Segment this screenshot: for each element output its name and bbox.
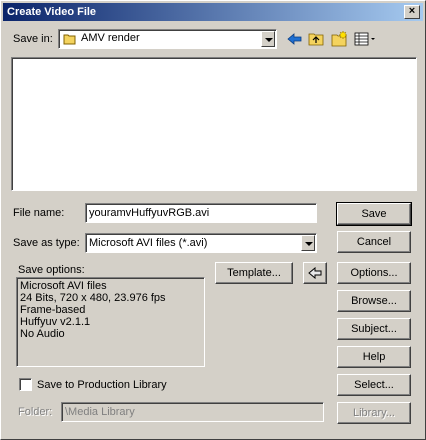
close-button[interactable]: ×: [404, 5, 420, 19]
folder-label: Folder:: [18, 406, 53, 418]
save-options-line: Huffyuv v2.1.1: [20, 316, 91, 328]
chevron-down-icon[interactable]: [301, 235, 315, 251]
arrow-left-icon: [308, 266, 322, 280]
save-as-type-dropdown[interactable]: Microsoft AVI files (*.avi): [85, 233, 317, 253]
folder-input: \Media Library: [61, 402, 324, 422]
save-options-line: Microsoft AVI files: [20, 280, 107, 292]
save-button[interactable]: Save: [336, 202, 412, 226]
up-folder-icon[interactable]: [307, 30, 325, 48]
cancel-button[interactable]: Cancel: [337, 231, 411, 253]
production-library-checkbox[interactable]: [19, 378, 32, 391]
options-button[interactable]: Options...: [337, 262, 411, 284]
file-list[interactable]: [11, 57, 417, 191]
save-options-label: Save options:: [18, 264, 85, 276]
back-arrow-icon[interactable]: [285, 30, 303, 48]
window-title: Create Video File: [7, 6, 97, 18]
save-options-line: No Audio: [20, 328, 65, 340]
save-options-line: Frame-based: [20, 304, 86, 316]
save-options-line: 24 Bits, 720 x 480, 23.976 fps: [20, 292, 166, 304]
new-folder-icon[interactable]: [330, 30, 348, 48]
file-name-value: youramvHuffyuvRGB.avi: [89, 207, 210, 219]
folder-icon: [63, 33, 77, 45]
folder-value: \Media Library: [65, 406, 135, 418]
save-in-label: Save in:: [13, 33, 53, 45]
help-button[interactable]: Help: [337, 346, 411, 368]
save-in-value: AMV render: [81, 32, 140, 44]
template-button[interactable]: Template...: [215, 262, 293, 284]
view-menu-icon[interactable]: [353, 30, 377, 48]
production-library-label: Save to Production Library: [37, 379, 167, 391]
title-bar[interactable]: Create Video File ×: [3, 3, 423, 21]
arrow-left-button[interactable]: [303, 262, 327, 284]
save-as-type-label: Save as type:: [13, 237, 80, 249]
save-options-box: Microsoft AVI files 24 Bits, 720 x 480, …: [16, 277, 205, 367]
chevron-down-icon[interactable]: [261, 31, 275, 47]
save-as-type-value: Microsoft AVI files (*.avi): [89, 237, 208, 249]
browse-button[interactable]: Browse...: [337, 290, 411, 312]
save-in-dropdown[interactable]: AMV render: [58, 29, 277, 49]
file-name-label: File name:: [13, 207, 65, 219]
library-button[interactable]: Library...: [337, 402, 411, 424]
file-name-input[interactable]: youramvHuffyuvRGB.avi: [85, 203, 317, 223]
select-button[interactable]: Select...: [337, 374, 411, 396]
create-video-file-dialog: Create Video File × Save in: AMV render …: [0, 0, 426, 440]
subject-button[interactable]: Subject...: [337, 318, 411, 340]
